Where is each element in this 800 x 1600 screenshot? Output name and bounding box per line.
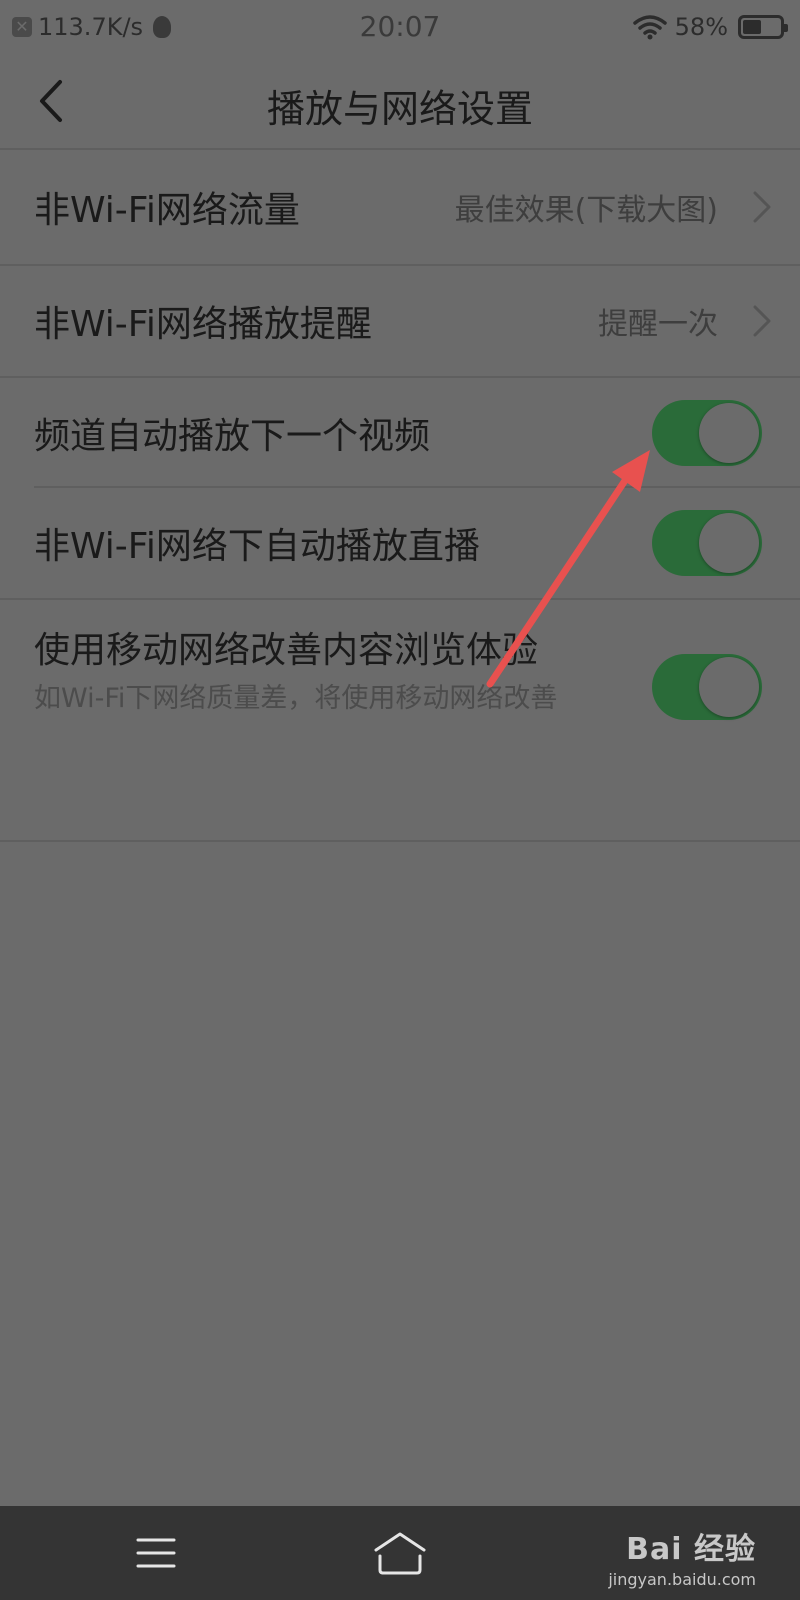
setting-value: 提醒一次 <box>598 307 718 342</box>
watermark-url: jingyan.baidu.com <box>608 1570 756 1589</box>
autoplay-live-toggle[interactable] <box>652 510 762 576</box>
toggle-knob <box>699 657 759 717</box>
watermark-brand: Bai 经验 <box>626 1532 756 1567</box>
setting-label: 频道自动播放下一个视频 <box>34 416 431 457</box>
setting-label: 非Wi-Fi网络播放提醒 <box>34 304 372 345</box>
setting-row-mobile-network-assist: 使用移动网络改善内容浏览体验 如Wi-Fi下网络质量差，将使用移动网络改善 <box>0 600 800 842</box>
settings-list: 非Wi-Fi网络流量 最佳效果(下载大图) 非Wi-Fi网络播放提醒 提醒一次 … <box>0 150 800 842</box>
chevron-right-icon <box>753 191 771 223</box>
nav-bar: Bai 经验 jingyan.baidu.com <box>0 1506 800 1600</box>
mobile-network-assist-toggle[interactable] <box>652 654 762 720</box>
menu-icon[interactable] <box>136 1536 176 1570</box>
battery-icon <box>738 15 788 39</box>
page-title: 播放与网络设置 <box>266 87 533 131</box>
setting-sublabel: 如Wi-Fi下网络质量差，将使用移动网络改善 <box>34 683 558 714</box>
toggle-knob <box>699 403 759 463</box>
setting-row-non-wifi-traffic[interactable]: 非Wi-Fi网络流量 最佳效果(下载大图) <box>0 150 800 266</box>
autoplay-next-video-toggle[interactable] <box>652 400 762 466</box>
setting-value: 最佳效果(下载大图) <box>454 193 718 228</box>
setting-row-non-wifi-play-reminder[interactable]: 非Wi-Fi网络播放提醒 提醒一次 <box>0 266 800 378</box>
title-bar: 播放与网络设置 <box>0 54 800 150</box>
setting-row-autoplay-live: 非Wi-Fi网络下自动播放直播 <box>0 488 800 600</box>
status-bar: ✕ 113.7K/s 20:07 58% <box>0 0 800 54</box>
setting-label: 非Wi-Fi网络流量 <box>34 190 300 231</box>
battery-percent: 58% <box>674 13 728 41</box>
setting-row-autoplay-next-video: 频道自动播放下一个视频 <box>0 378 800 488</box>
home-icon[interactable] <box>372 1530 428 1576</box>
wifi-icon <box>632 15 667 40</box>
setting-label: 非Wi-Fi网络下自动播放直播 <box>34 526 480 567</box>
setting-label-block: 使用移动网络改善内容浏览体验 如Wi-Fi下网络质量差，将使用移动网络改善 <box>34 628 574 716</box>
chevron-right-icon <box>753 305 771 337</box>
setting-label: 使用移动网络改善内容浏览体验 <box>34 630 539 671</box>
baidu-jingyan-watermark: Bai 经验 jingyan.baidu.com <box>608 1524 756 1589</box>
toggle-knob <box>699 513 759 573</box>
status-right: 58% <box>632 12 788 42</box>
